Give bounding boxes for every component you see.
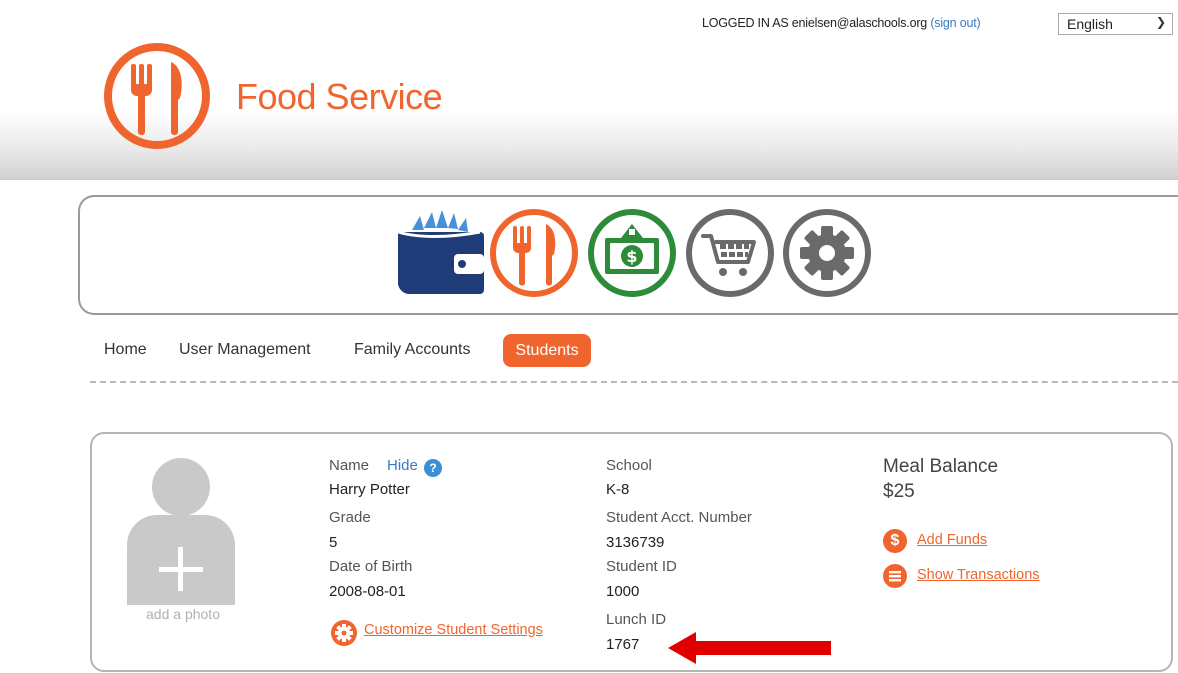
chevron-down-icon: ❯ — [1155, 15, 1166, 29]
svg-text:$: $ — [626, 247, 637, 266]
app-title: Food Service — [236, 76, 443, 117]
school-label: School — [606, 457, 652, 474]
show-transactions-link[interactable]: Show Transactions — [917, 567, 1040, 583]
nav-user-management[interactable]: User Management — [179, 341, 311, 359]
cart-icon[interactable] — [685, 208, 775, 298]
nav-home[interactable]: Home — [104, 341, 147, 359]
nav-divider — [90, 381, 1178, 383]
student-id-value: 1000 — [606, 583, 640, 600]
login-status: LOGGED IN AS enielsen@alaschools.org (si… — [702, 16, 981, 30]
acct-value: 3136739 — [606, 534, 665, 551]
fork-knife-icon[interactable] — [489, 208, 579, 298]
dob-value: 2008-08-01 — [329, 583, 406, 600]
add-funds-link[interactable]: Add Funds — [917, 532, 987, 548]
hide-link[interactable]: Hide — [387, 457, 418, 474]
student-name: Harry Potter — [329, 481, 410, 498]
nav-students[interactable]: Students — [503, 334, 591, 367]
wallet-icon[interactable] — [392, 208, 486, 298]
language-select-value: English — [1067, 16, 1113, 32]
money-icon[interactable]: $ — [587, 208, 677, 298]
nav-family-accounts[interactable]: Family Accounts — [354, 341, 470, 359]
dollar-icon[interactable]: $ — [883, 529, 907, 553]
sign-out-link[interactable]: (sign out) — [930, 16, 980, 30]
grade-value: 5 — [329, 534, 338, 551]
lunch-id-value: 1767 — [606, 636, 640, 653]
name-label: Name — [329, 457, 370, 474]
login-status-text: LOGGED IN AS enielsen@alaschools.org — [702, 16, 928, 30]
acct-label: Student Acct. Number — [606, 509, 752, 526]
customize-settings-link[interactable]: Customize Student Settings — [364, 622, 543, 638]
settings-gear-icon[interactable] — [331, 620, 357, 646]
language-select[interactable]: English ❯ — [1058, 13, 1173, 35]
food-service-logo-icon — [104, 43, 210, 149]
add-photo-link[interactable]: add a photo — [133, 606, 233, 622]
school-value: K-8 — [606, 481, 630, 498]
grade-label: Grade — [329, 509, 371, 526]
gear-icon[interactable] — [782, 208, 872, 298]
meal-balance-label: Meal Balance — [883, 456, 999, 477]
lunch-id-label: Lunch ID — [606, 611, 667, 628]
avatar-placeholder-icon[interactable] — [127, 457, 237, 605]
dob-label: Date of Birth — [329, 558, 413, 575]
transactions-list-icon[interactable] — [883, 564, 907, 588]
help-icon[interactable]: ? — [424, 459, 442, 477]
annotation-arrow-icon — [668, 632, 831, 664]
student-id-label: Student ID — [606, 558, 677, 575]
meal-balance-value: $25 — [883, 481, 915, 502]
